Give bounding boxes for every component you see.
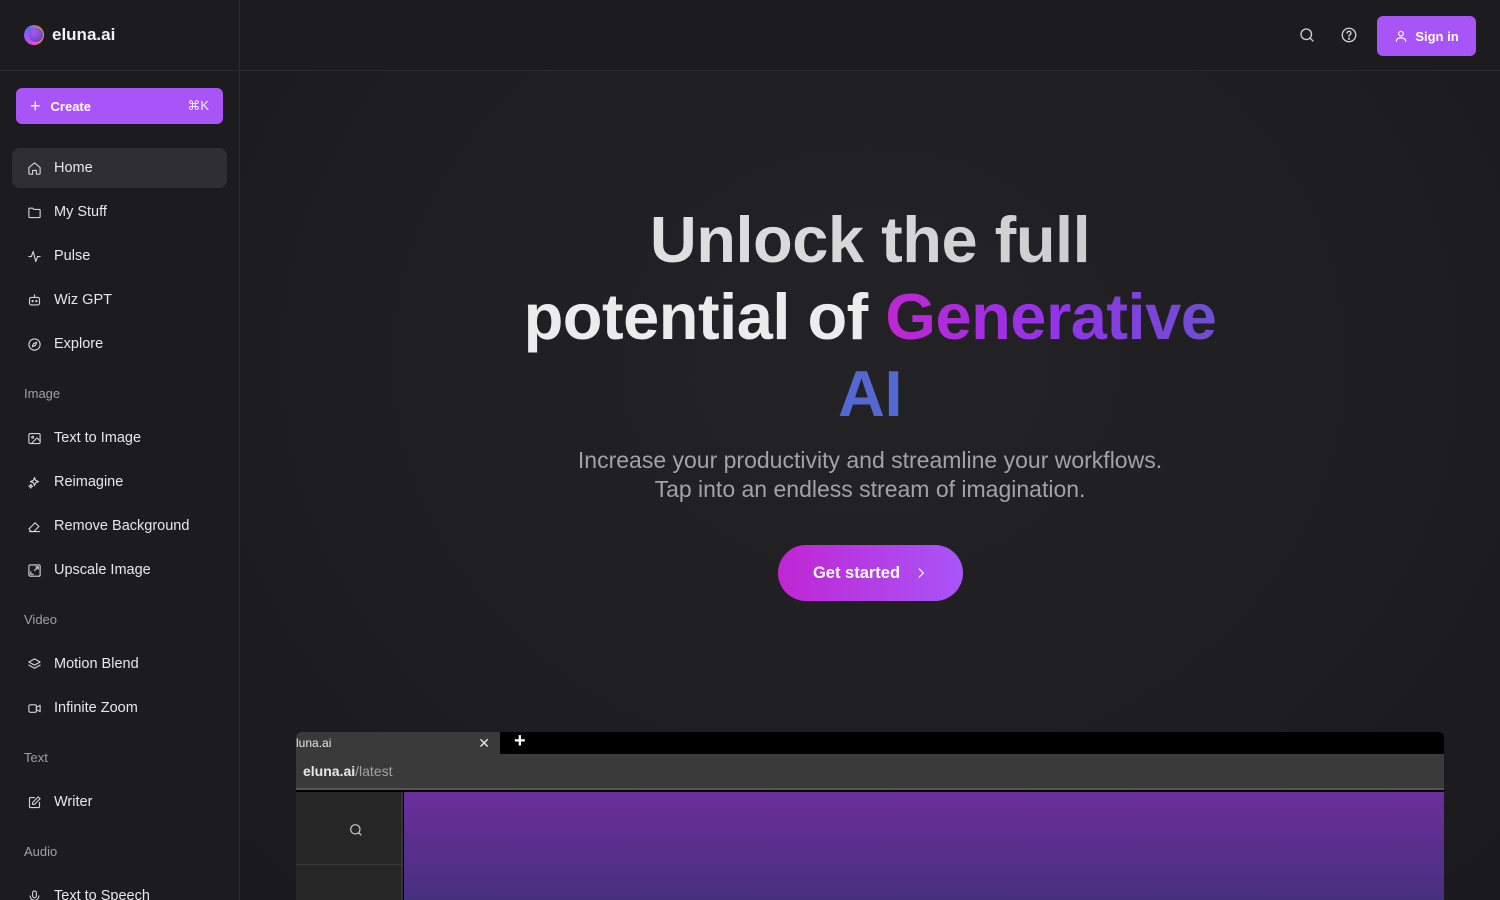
sidebar-item-text-to-speech[interactable]: Text to Speech — [12, 876, 227, 900]
sidebar: eluna.ai + Create ⌘K Home My Stuff Pulse… — [0, 0, 240, 900]
hero-subtitle: Increase your productivity and streamlin… — [240, 446, 1500, 504]
divider — [296, 864, 403, 865]
brand[interactable]: eluna.ai — [0, 0, 239, 71]
sidebar-item-label: Explore — [54, 336, 104, 352]
brand-logo — [24, 25, 44, 45]
hero-subtitle-line1: Increase your productivity and streamlin… — [577, 447, 1163, 473]
hero-subtitle-line2: Tap into an endless stream of imaginatio… — [654, 476, 1086, 502]
pencil-square-icon — [26, 794, 42, 810]
section-label-image: Image — [24, 385, 61, 401]
sidebar-item-my-stuff[interactable]: My Stuff — [12, 192, 227, 232]
mockup-tab-bar: luna.ai ✕ + — [296, 732, 1444, 754]
sidebar-item-label: Writer — [54, 794, 93, 810]
mockup-sidebar — [296, 792, 403, 900]
hero-title-line1: Unlock the full — [240, 201, 1500, 278]
activity-icon — [26, 248, 42, 264]
brand-name: eluna.ai — [52, 25, 116, 44]
layers-icon — [26, 656, 42, 672]
section-label-video: Video — [24, 611, 58, 627]
hero-title-highlight: Generative — [885, 280, 1217, 353]
sidebar-item-label: Home — [54, 160, 93, 176]
sidebar-item-text-to-image[interactable]: Text to Image — [12, 418, 227, 458]
mockup-url-bar: eluna.ai/latest — [296, 754, 1444, 790]
sign-in-label: Sign in — [1415, 28, 1459, 44]
mockup-hero-banner — [404, 792, 1444, 900]
sidebar-nav: Home My Stuff Pulse Wiz GPT Explore Imag… — [12, 148, 227, 900]
mockup-url-path: /latest — [355, 763, 393, 779]
section-label-audio: Audio — [24, 843, 58, 859]
sidebar-item-upscale-image[interactable]: Upscale Image — [12, 550, 227, 590]
sidebar-item-wiz-gpt[interactable]: Wiz GPT — [12, 280, 227, 320]
sidebar-item-label: Motion Blend — [54, 656, 139, 672]
section-label-text: Text — [24, 749, 48, 765]
hero-title-prefix: potential of — [523, 280, 886, 353]
mockup-url-host: eluna.ai — [303, 763, 356, 779]
sidebar-item-explore[interactable]: Explore — [12, 324, 227, 364]
folder-icon — [26, 204, 42, 220]
sidebar-item-motion-blend[interactable]: Motion Blend — [12, 644, 227, 684]
search-icon — [348, 822, 364, 843]
sidebar-item-reimagine[interactable]: Reimagine — [12, 462, 227, 502]
sidebar-item-writer[interactable]: Writer — [12, 782, 227, 822]
eraser-icon — [26, 518, 42, 534]
sidebar-item-label: Infinite Zoom — [54, 700, 138, 716]
sidebar-item-remove-background[interactable]: Remove Background — [12, 506, 227, 546]
sidebar-item-infinite-zoom[interactable]: Infinite Zoom — [12, 688, 227, 728]
create-shortcut: ⌘K — [187, 98, 209, 113]
sidebar-item-label: Text to Image — [54, 430, 142, 446]
get-started-label: Get started — [812, 563, 901, 582]
plus-icon: + — [30, 96, 41, 116]
sidebar-item-label: Reimagine — [54, 474, 124, 490]
sign-in-button[interactable]: Sign in — [1377, 16, 1476, 56]
sidebar-item-home[interactable]: Home — [12, 148, 227, 188]
sparkles-icon — [26, 474, 42, 490]
sidebar-item-label: Text to Speech — [54, 888, 150, 900]
help-icon[interactable] — [1340, 26, 1358, 44]
sidebar-item-label: Wiz GPT — [54, 292, 112, 308]
sidebar-item-label: My Stuff — [54, 204, 107, 220]
main-content: Unlock the full potential of Generative … — [240, 71, 1500, 900]
compass-icon — [26, 336, 42, 352]
sidebar-item-label: Remove Background — [54, 518, 190, 534]
plus-icon: + — [514, 732, 526, 752]
browser-mockup: luna.ai ✕ + eluna.ai/latest — [296, 732, 1444, 900]
image-icon — [26, 430, 42, 446]
create-button[interactable]: + Create ⌘K — [16, 88, 223, 124]
get-started-button[interactable]: Get started — [778, 545, 963, 601]
bot-icon — [26, 292, 42, 308]
expand-icon — [26, 562, 42, 578]
mockup-tab-title: luna.ai — [296, 736, 332, 750]
video-icon — [26, 700, 42, 716]
hero-title-line2: potential of Generative — [240, 278, 1500, 355]
sidebar-item-label: Pulse — [54, 248, 91, 264]
chevron-right-icon — [918, 568, 924, 578]
mic-icon — [26, 888, 42, 900]
hero-title: Unlock the full potential of Generative … — [240, 201, 1500, 432]
top-bar: Sign in — [240, 0, 1500, 71]
search-icon[interactable] — [1298, 26, 1316, 44]
mockup-tab: luna.ai ✕ — [296, 732, 500, 754]
close-icon: ✕ — [478, 735, 490, 751]
home-icon — [26, 160, 42, 176]
sidebar-item-label: Upscale Image — [54, 562, 151, 578]
user-icon — [1396, 30, 1407, 42]
create-label: Create — [50, 98, 91, 114]
hero-title-line3: AI — [240, 355, 1500, 432]
sidebar-item-pulse[interactable]: Pulse — [12, 236, 227, 276]
